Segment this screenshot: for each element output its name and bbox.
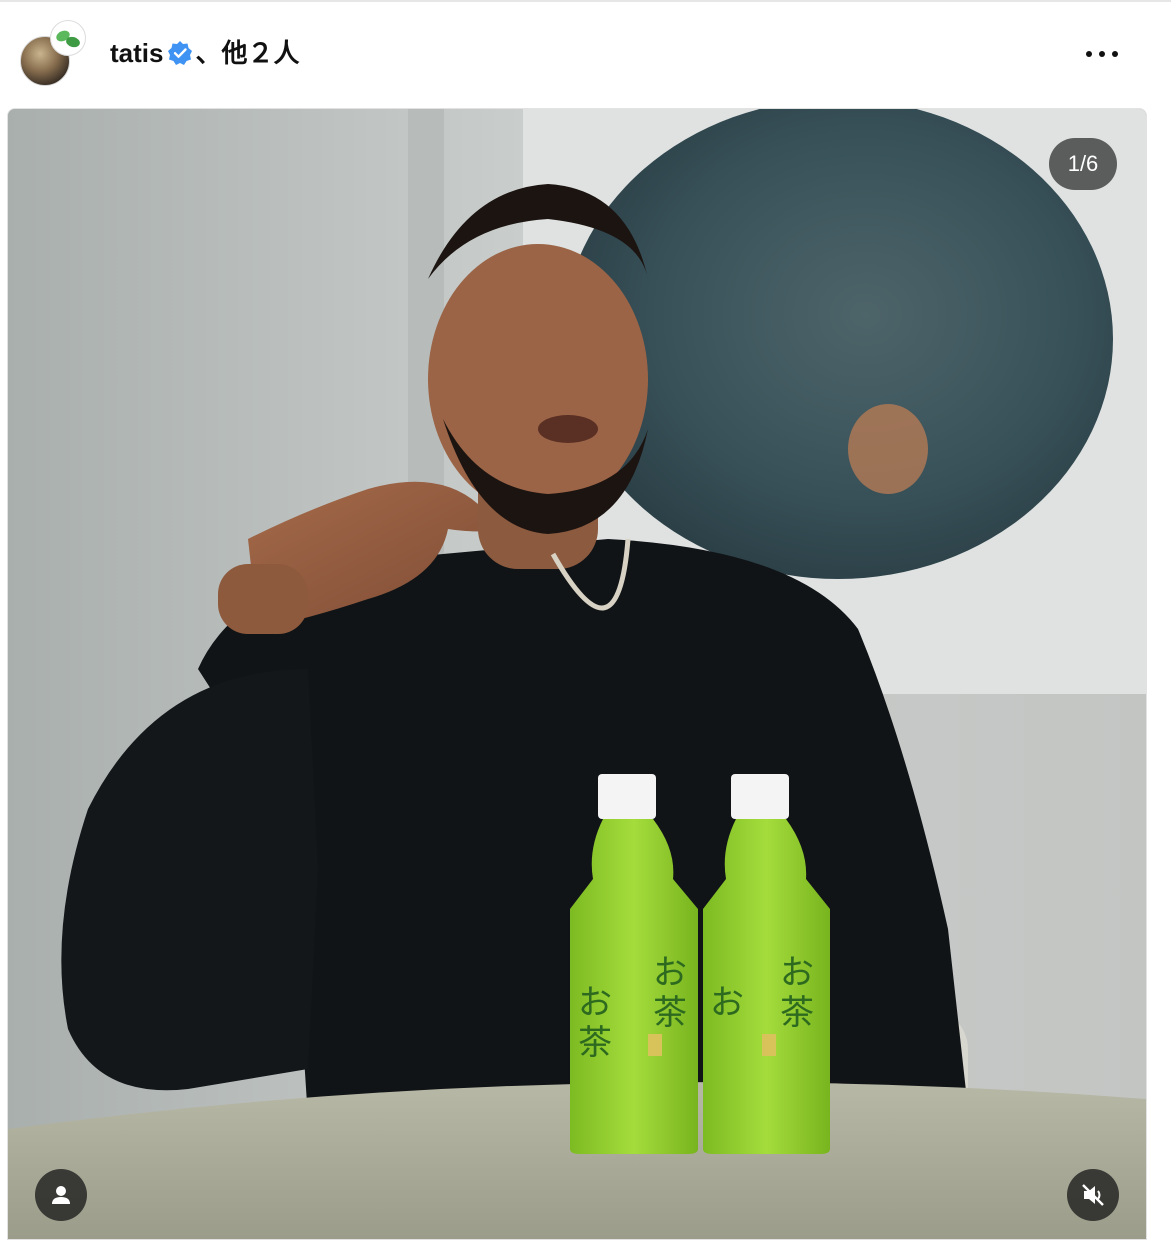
svg-text:茶: 茶: [578, 1023, 612, 1063]
post-header: tatis 、他２人: [0, 0, 1171, 105]
svg-text:お: お: [653, 953, 687, 993]
post-media[interactable]: お お 茶 茶 お 茶 お 1/6: [7, 108, 1147, 1240]
author-line[interactable]: tatis 、他２人: [110, 36, 299, 70]
more-dot: [1112, 51, 1118, 57]
collab-avatar[interactable]: [50, 20, 86, 56]
leaf-icon: [64, 35, 82, 49]
video-frame: お お 茶 茶 お 茶 お: [8, 109, 1146, 1239]
svg-text:お: お: [780, 953, 814, 993]
carousel-counter: 1/6: [1049, 138, 1117, 190]
verified-badge-icon: [168, 41, 193, 66]
more-options-button[interactable]: [1082, 42, 1122, 66]
svg-text:茶: 茶: [780, 993, 814, 1033]
svg-text:茶: 茶: [653, 993, 687, 1033]
unmute-button[interactable]: [1067, 1169, 1119, 1221]
user-tag-icon: [52, 1186, 70, 1204]
username[interactable]: tatis: [110, 38, 163, 68]
svg-text:お: お: [578, 983, 612, 1023]
collaborators-count[interactable]: 、他２人: [195, 38, 299, 68]
more-dot: [1099, 51, 1105, 57]
show-tags-button[interactable]: [35, 1169, 87, 1221]
svg-text:お: お: [710, 983, 744, 1023]
speaker-muted-icon: [1082, 1184, 1104, 1206]
more-horizontal-icon: [1086, 51, 1092, 57]
profile-avatar-group[interactable]: [18, 20, 86, 86]
